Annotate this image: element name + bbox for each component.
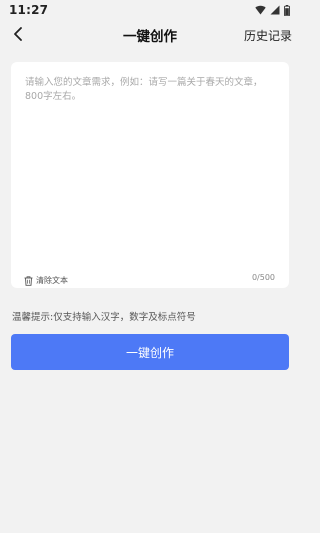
- back-button[interactable]: [6, 23, 30, 47]
- status-bar: 11:27: [0, 0, 300, 20]
- page-title: 一键创作: [123, 29, 177, 45]
- article-request-input[interactable]: [11, 62, 289, 258]
- status-time: 11:27: [9, 3, 49, 17]
- character-counter: 0/500: [251, 273, 275, 282]
- wifi-icon: [255, 5, 266, 15]
- battery-icon: [284, 4, 290, 16]
- history-link[interactable]: 历史记录: [244, 27, 292, 44]
- clear-text-label: 清除文本: [36, 276, 68, 285]
- input-hint: 温馨提示:仅支持输入汉字，数字及标点符号: [12, 312, 196, 323]
- create-button[interactable]: 一键创作: [11, 334, 289, 370]
- trash-icon: [24, 271, 33, 290]
- app-screen: 11:27 一键创作 历史记录 请输入您的文章需求，例如：请写一篇关于春天的文章…: [0, 0, 300, 533]
- signal-icon: [270, 5, 280, 15]
- clear-text-button[interactable]: 清除文本: [24, 271, 68, 290]
- status-icons: [255, 4, 290, 16]
- chevron-left-icon: [12, 26, 24, 45]
- editor-card: 清除文本 0/500: [11, 62, 289, 288]
- nav-bar: 一键创作 历史记录: [0, 20, 300, 50]
